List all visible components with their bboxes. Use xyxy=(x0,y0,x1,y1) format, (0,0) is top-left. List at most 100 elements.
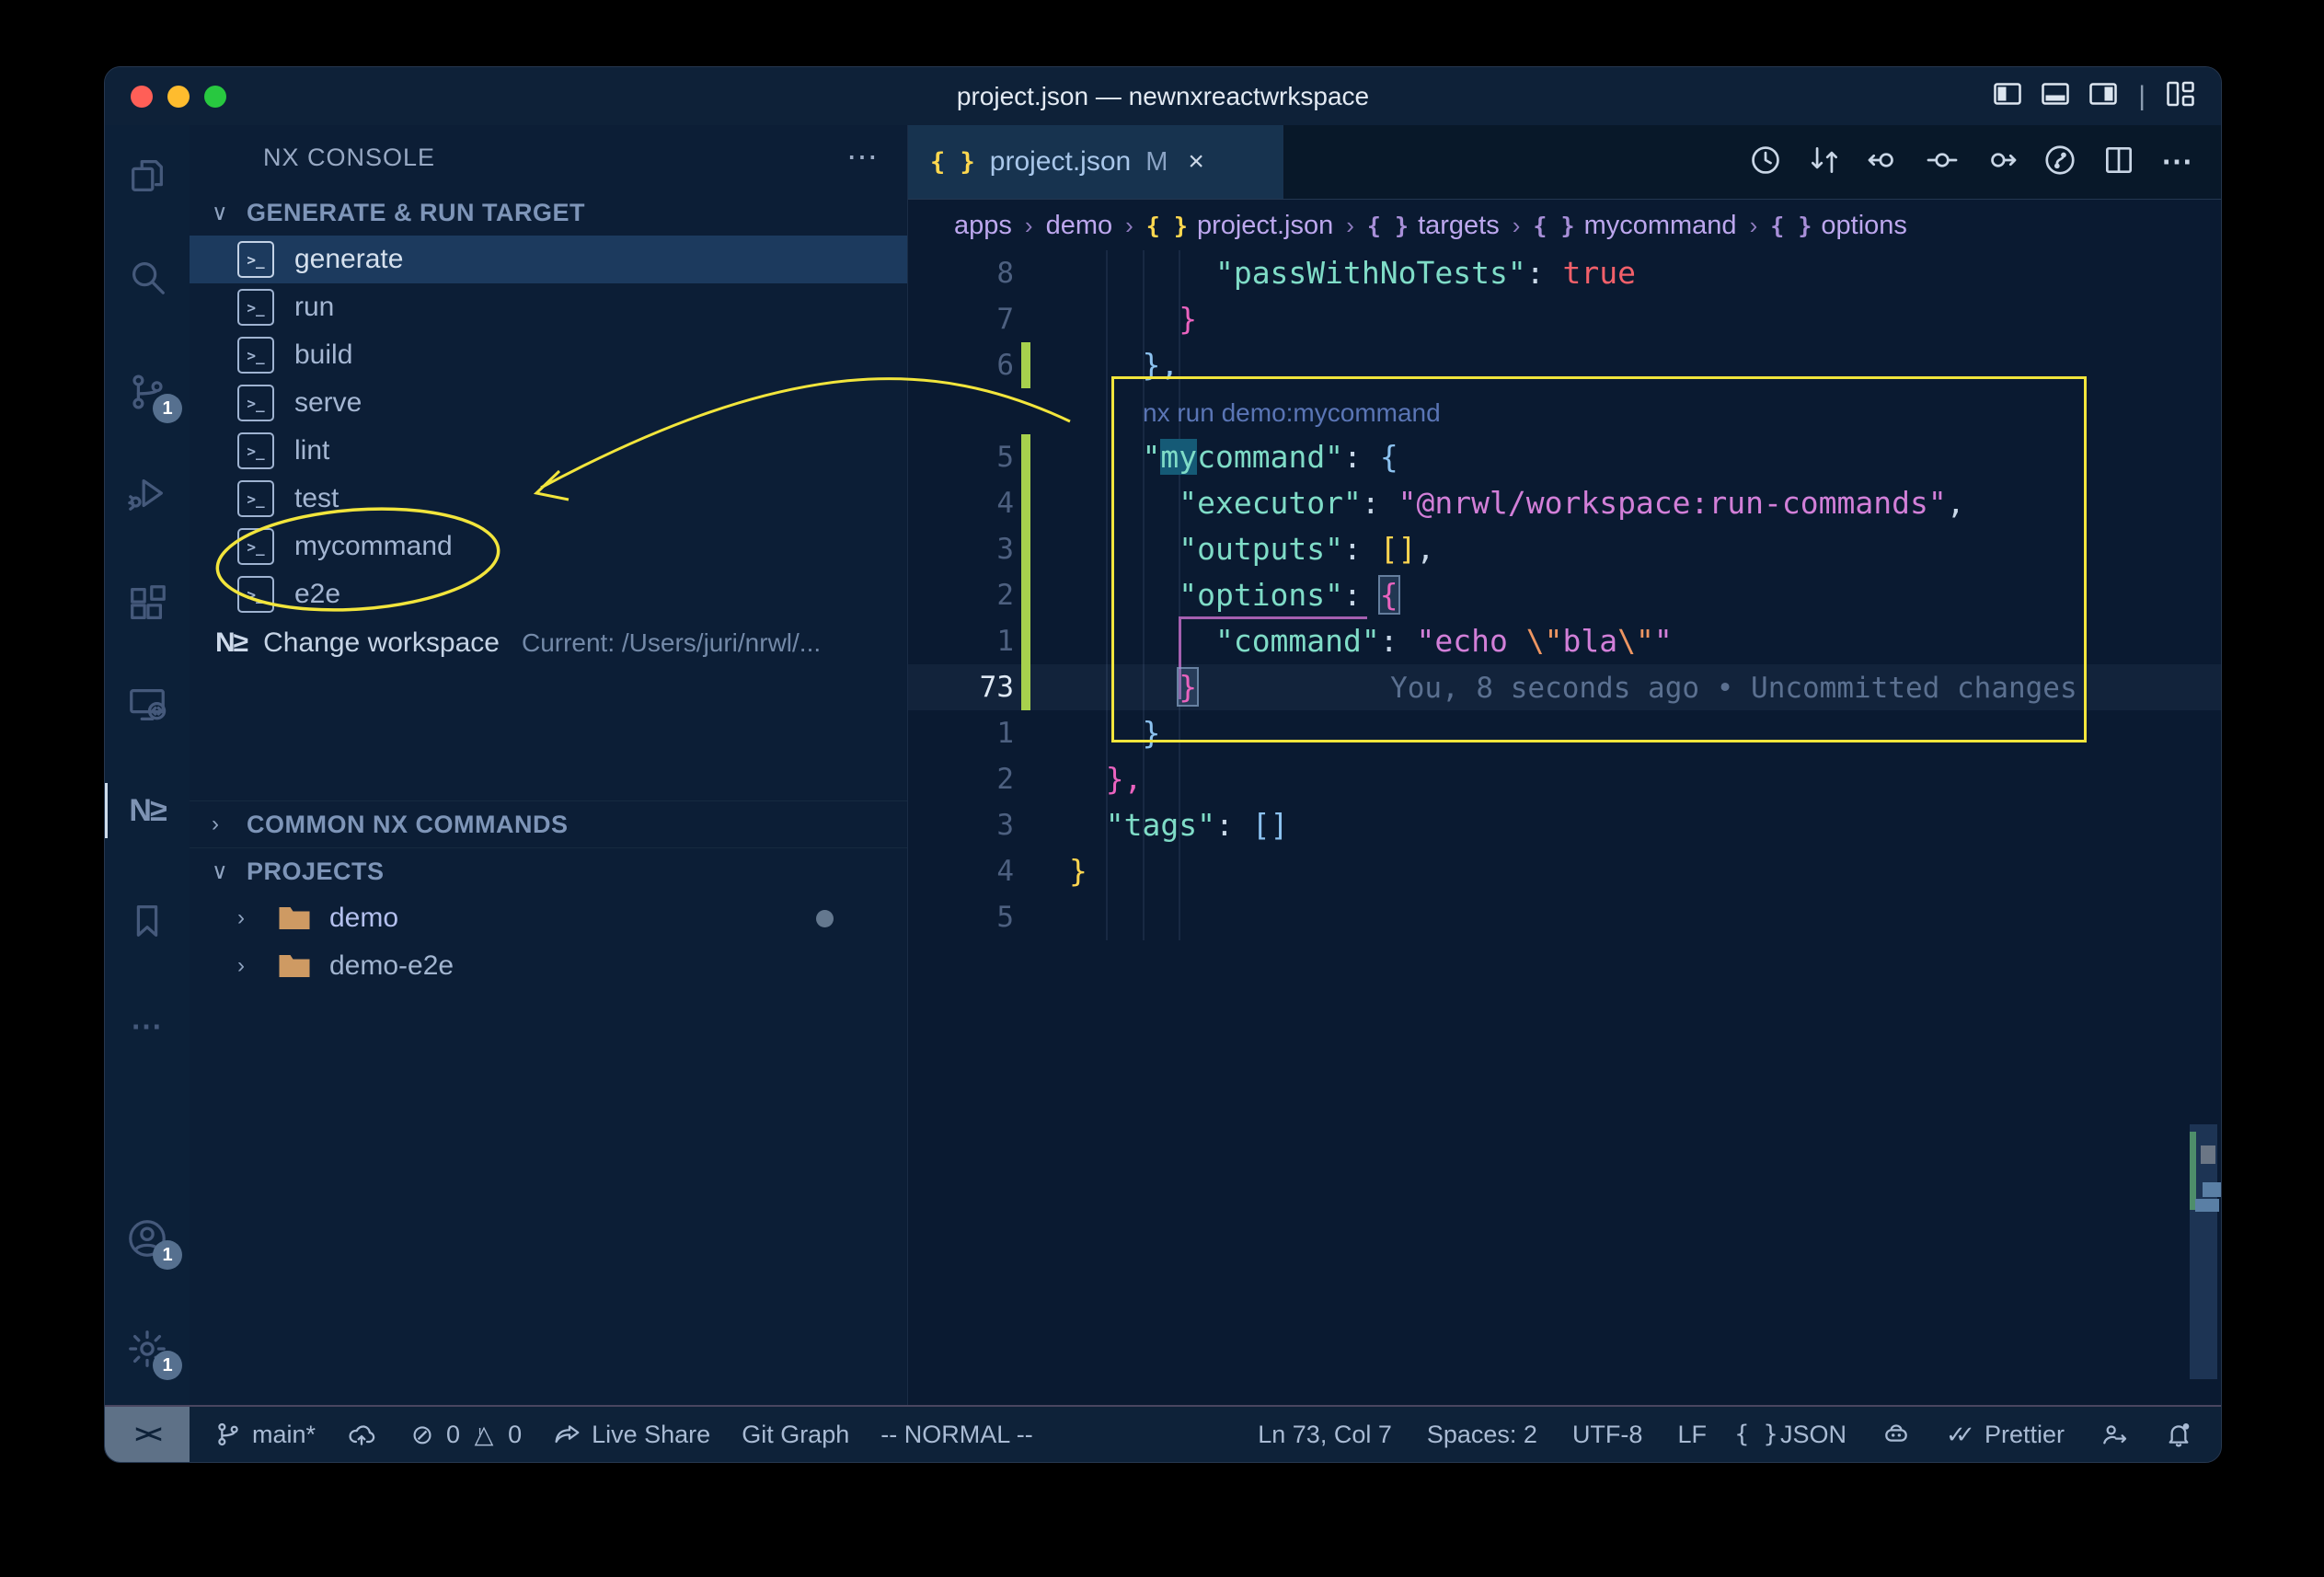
copilot-icon xyxy=(1881,1420,1911,1449)
status-formatter[interactable]: ✓✓Prettier xyxy=(1946,1420,2065,1449)
status-bar-left: >< main* ⊘0△!0 Live Share Git Graph -- NORMAL… xyxy=(105,1407,1064,1462)
tab-project-json[interactable]: { } project.json M × xyxy=(908,125,1284,199)
activity-item-settings[interactable]: 1 xyxy=(105,1312,190,1386)
code-line[interactable]: 4} xyxy=(908,848,2221,894)
bell-dot-icon xyxy=(2164,1420,2193,1449)
activity-item-run-and-debug[interactable] xyxy=(105,456,190,530)
breadcrumb-item-targets[interactable]: { }targets xyxy=(1367,211,1500,241)
activity-item-source-control[interactable]: 1 xyxy=(105,355,190,429)
status-vim-mode[interactable]: -- NORMAL -- xyxy=(880,1421,1032,1449)
gutter xyxy=(1021,296,1030,342)
status-remote-indicator[interactable]: >< xyxy=(105,1407,190,1462)
more-actions-button[interactable]: ⋯ xyxy=(2160,144,2195,179)
breadcrumb-label: targets xyxy=(1418,211,1500,241)
code-line[interactable]: 73 }You, 8 seconds ago • Uncommitted cha… xyxy=(908,664,2221,710)
code-line[interactable]: 1 "command": "echo \"bla\"" xyxy=(908,618,2221,664)
breadcrumb-item-apps[interactable]: apps xyxy=(954,211,1012,241)
section-projects[interactable]: ∨ PROJECTS xyxy=(190,847,907,894)
code-line[interactable]: 4 "executor": "@nrwl/workspace:run-comma… xyxy=(908,480,2221,526)
change-workspace-item[interactable]: N≥ Change workspace Current: /Users/juri… xyxy=(190,618,907,668)
customize-layout-button[interactable] xyxy=(2164,77,2197,115)
status-copilot[interactable] xyxy=(1881,1420,1911,1449)
sidebar-item-serve[interactable]: >_serve xyxy=(190,379,907,427)
status-git-graph[interactable]: Git Graph xyxy=(742,1421,849,1449)
code-line[interactable]: 7 } xyxy=(908,296,2221,342)
code-line[interactable]: 2 "options": { xyxy=(908,572,2221,618)
status-cursor-position[interactable]: Ln 73, Col 7 xyxy=(1258,1421,1392,1449)
traffic-light-zoom[interactable] xyxy=(204,86,226,108)
section-generate-run-target[interactable]: ∨ GENERATE & RUN TARGET xyxy=(190,190,907,236)
codelens-row[interactable]: nx run demo:mycommand xyxy=(908,388,2221,434)
sidebar-item-run[interactable]: >_run xyxy=(190,283,907,331)
person-arrow-icon xyxy=(2100,1420,2129,1449)
status-live-share-contacts[interactable] xyxy=(2100,1420,2129,1449)
status-problems[interactable]: ⊘0△!0 xyxy=(408,1420,522,1449)
activity-item-nx-console[interactable]: N≥ xyxy=(105,774,190,847)
sidebar-item-mycommand[interactable]: >_mycommand xyxy=(190,523,907,570)
activity-item-accounts[interactable]: 1 xyxy=(105,1202,190,1275)
sidebar-item-lint[interactable]: >_lint xyxy=(190,427,907,475)
codelens-run-command[interactable]: nx run demo:mycommand xyxy=(1143,398,1441,427)
sidebar-item-build[interactable]: >_build xyxy=(190,331,907,379)
activity-item-bookmarks[interactable] xyxy=(105,884,190,958)
breadcrumb-item-options[interactable]: { }options xyxy=(1770,211,1907,241)
status-eol-sequence[interactable]: LF xyxy=(1677,1421,1707,1449)
previous-change-button[interactable] xyxy=(1866,143,1901,182)
gutter-added-indicator xyxy=(1021,572,1030,618)
sidebar-more-actions-icon[interactable]: ⋯ xyxy=(846,139,880,176)
badge: 1 xyxy=(153,1351,182,1380)
split-editor-icon xyxy=(2101,143,2136,178)
status-live-share[interactable]: Live Share xyxy=(553,1420,710,1449)
gutter xyxy=(1021,388,1030,434)
sidebar-item-e2e[interactable]: >_e2e xyxy=(190,570,907,618)
activity-item-extensions[interactable] xyxy=(105,567,190,640)
toggle-secondary-sidebar-button[interactable] xyxy=(2087,77,2120,115)
toggle-panel-button[interactable] xyxy=(2039,77,2072,115)
code-line[interactable]: 5 "mycommand": { xyxy=(908,434,2221,480)
activity-item-search[interactable] xyxy=(105,240,190,314)
status-publish-changes[interactable] xyxy=(347,1420,376,1449)
code-line[interactable]: 6 }, xyxy=(908,342,2221,388)
toggle-primary-sidebar-button[interactable] xyxy=(1991,77,2024,115)
status-git-branch[interactable]: main* xyxy=(213,1420,316,1449)
status-indentation[interactable]: Spaces: 2 xyxy=(1427,1421,1537,1449)
gutter-added-indicator xyxy=(1021,664,1030,710)
activity-item-additional-views[interactable]: ⋯ xyxy=(105,990,190,1064)
window-controls xyxy=(131,67,226,125)
chevron-right-icon: › xyxy=(237,905,259,931)
open-changes-button[interactable] xyxy=(1807,143,1842,182)
project-label: demo-e2e xyxy=(329,950,454,982)
activity-item-explorer[interactable] xyxy=(105,139,190,213)
git-graph-view-button[interactable] xyxy=(2042,143,2077,182)
timeline-button[interactable] xyxy=(1748,143,1783,182)
section-common-nx-commands[interactable]: › COMMON NX COMMANDS xyxy=(190,800,907,847)
breadcrumb-item-mycommand[interactable]: { }mycommand xyxy=(1533,211,1736,241)
code-line[interactable]: 3 "outputs": [], xyxy=(908,526,2221,572)
status-encoding[interactable]: UTF-8 xyxy=(1572,1421,1643,1449)
status-bar: >< main* ⊘0△!0 Live Share Git Graph -- NORMAL… xyxy=(105,1405,2221,1462)
traffic-light-close[interactable] xyxy=(131,86,153,108)
traffic-light-minimize[interactable] xyxy=(167,86,190,108)
code-line[interactable]: 3 "tags": [] xyxy=(908,802,2221,848)
code-line[interactable]: 8 "passWithNoTests": true xyxy=(908,250,2221,296)
sidebar-item-test[interactable]: >_test xyxy=(190,475,907,523)
code-area[interactable]: 8 "passWithNoTests": true7 }6 }, nx run d… xyxy=(908,250,2221,1407)
breadcrumb-item-project.json[interactable]: { }project.json xyxy=(1146,211,1333,241)
line-content: "executor": "@nrwl/workspace:run-command… xyxy=(1069,480,1965,526)
code-line[interactable]: 5 xyxy=(908,894,2221,940)
status-notifications[interactable] xyxy=(2164,1420,2193,1449)
next-change-button[interactable] xyxy=(1984,143,2019,182)
close-tab-icon[interactable]: × xyxy=(1188,146,1204,178)
sidebar-header: NX CONSOLE ⋯ xyxy=(190,125,907,190)
braces-icon: { } xyxy=(1770,213,1812,239)
status-language-mode[interactable]: { }JSON xyxy=(1742,1420,1847,1449)
code-line[interactable]: 2 }, xyxy=(908,756,2221,802)
project-item-demo-e2e[interactable]: ›demo-e2e xyxy=(190,942,907,990)
breadcrumb-item-demo[interactable]: demo xyxy=(1046,211,1113,241)
sidebar-item-generate[interactable]: >_generate xyxy=(190,236,907,283)
split-editor-button[interactable] xyxy=(2101,143,2136,182)
project-item-demo[interactable]: ›demo xyxy=(190,894,907,942)
activity-item-remote-explorer[interactable] xyxy=(105,668,190,742)
compare-button[interactable] xyxy=(1925,143,1960,182)
code-line[interactable]: 1 } xyxy=(908,710,2221,756)
